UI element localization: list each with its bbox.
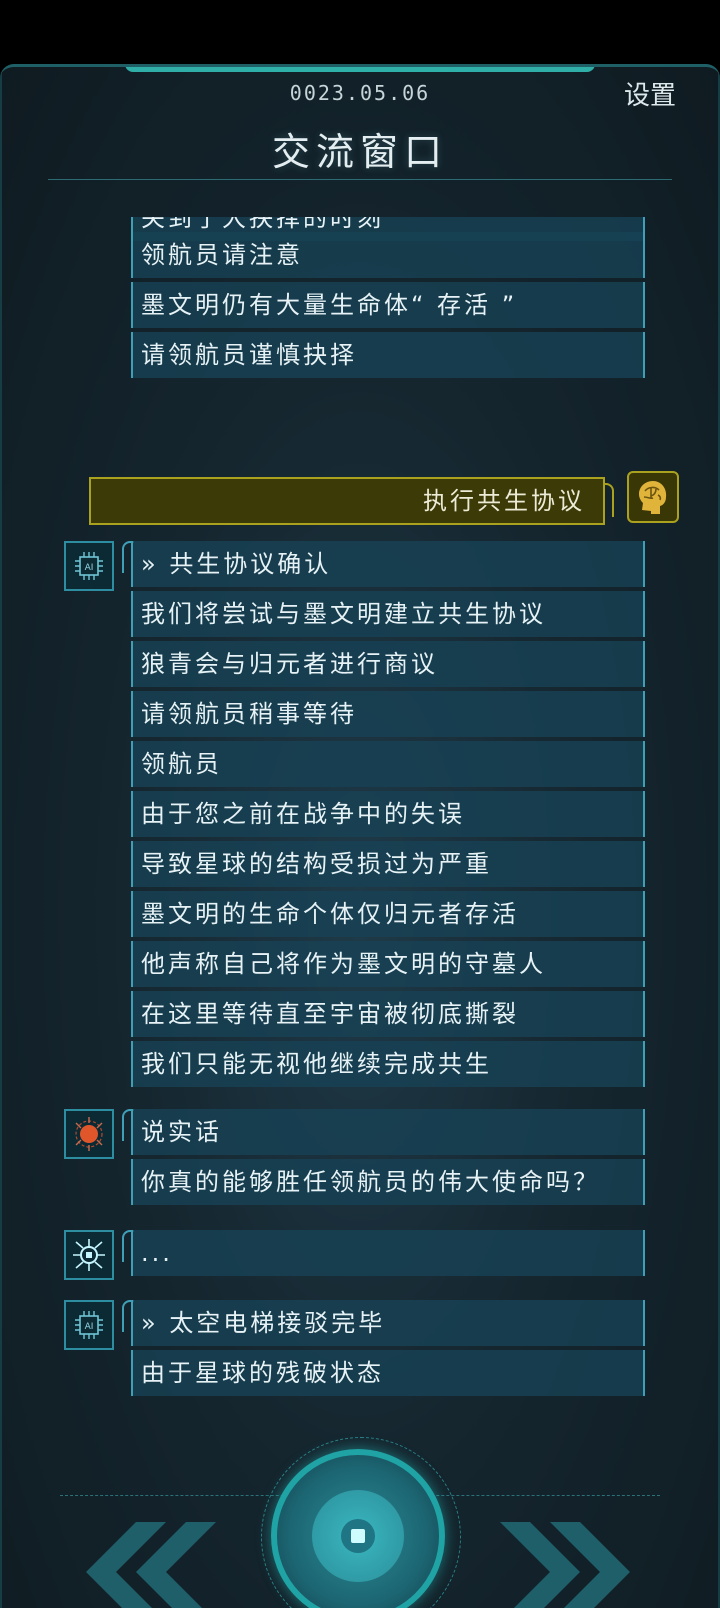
chat-line: 墨文明的生命个体仅归元者存活 <box>131 891 645 937</box>
chat-line: 我们只能无视他继续完成共生 <box>131 1041 645 1087</box>
chat-line: » 共生协议确认 <box>131 541 645 587</box>
game-screen: 0023.05.06 设置 交流窗口 关到了大抉择的时刻 领航员请注意 墨文明仍… <box>0 64 720 1608</box>
control-bar <box>0 1427 720 1608</box>
bug-chip-icon <box>64 1230 114 1280</box>
svg-text:AI: AI <box>85 1322 94 1332</box>
chat-line: 你真的能够胜任领航员的伟大使命吗？ <box>131 1159 645 1205</box>
chat-line: 领航员 <box>131 741 645 787</box>
svg-text:AI: AI <box>85 563 94 573</box>
chat-line: » 太空电梯接驳完毕 <box>131 1300 645 1346</box>
page-title: 交流窗口 <box>271 130 448 174</box>
chat-line: ... <box>131 1230 645 1276</box>
chat-line: 我们将尝试与墨文明建立共生协议 <box>131 591 645 637</box>
chat-line: 说实话 <box>131 1109 645 1155</box>
chat-line: 由于星球的残破状态 <box>131 1350 645 1396</box>
player-bracket <box>604 483 614 517</box>
player-choice-bubble[interactable]: 执行共生协议 <box>89 477 605 525</box>
settings-button[interactable]: 设置 <box>624 75 676 112</box>
header: 0023.05.06 设置 交流窗口 <box>0 67 720 217</box>
title-divider <box>48 179 672 180</box>
date-label: 0023.05.06 <box>289 81 431 105</box>
chat-line: 狼青会与归元者进行商议 <box>131 641 645 687</box>
ai-chip-icon: AI <box>64 1300 114 1350</box>
continue-button-inner <box>312 1490 404 1582</box>
chat-line: 导致星球的结构受损过为严重 <box>131 841 645 887</box>
chat-line: 请领航员稍事等待 <box>131 691 645 737</box>
red-brain-icon <box>64 1109 114 1159</box>
chat-log[interactable]: 关到了大抉择的时刻 领航员请注意 墨文明仍有大量生命体“ 存活 ” 请领航员谨慎… <box>0 217 720 1422</box>
chat-line: 由于您之前在战争中的失误 <box>131 791 645 837</box>
ai-chip-icon: AI <box>64 541 114 591</box>
chat-line: 他声称自己将作为墨文明的守墓人 <box>131 941 645 987</box>
double-chevron-left-icon[interactable] <box>66 1522 216 1608</box>
double-chevron-right-icon[interactable] <box>500 1522 650 1608</box>
chat-line: 在这里等待直至宇宙被彻底撕裂 <box>131 991 645 1037</box>
continue-button-core <box>341 1519 375 1553</box>
player-head-icon <box>627 471 679 523</box>
stop-icon <box>351 1529 365 1543</box>
